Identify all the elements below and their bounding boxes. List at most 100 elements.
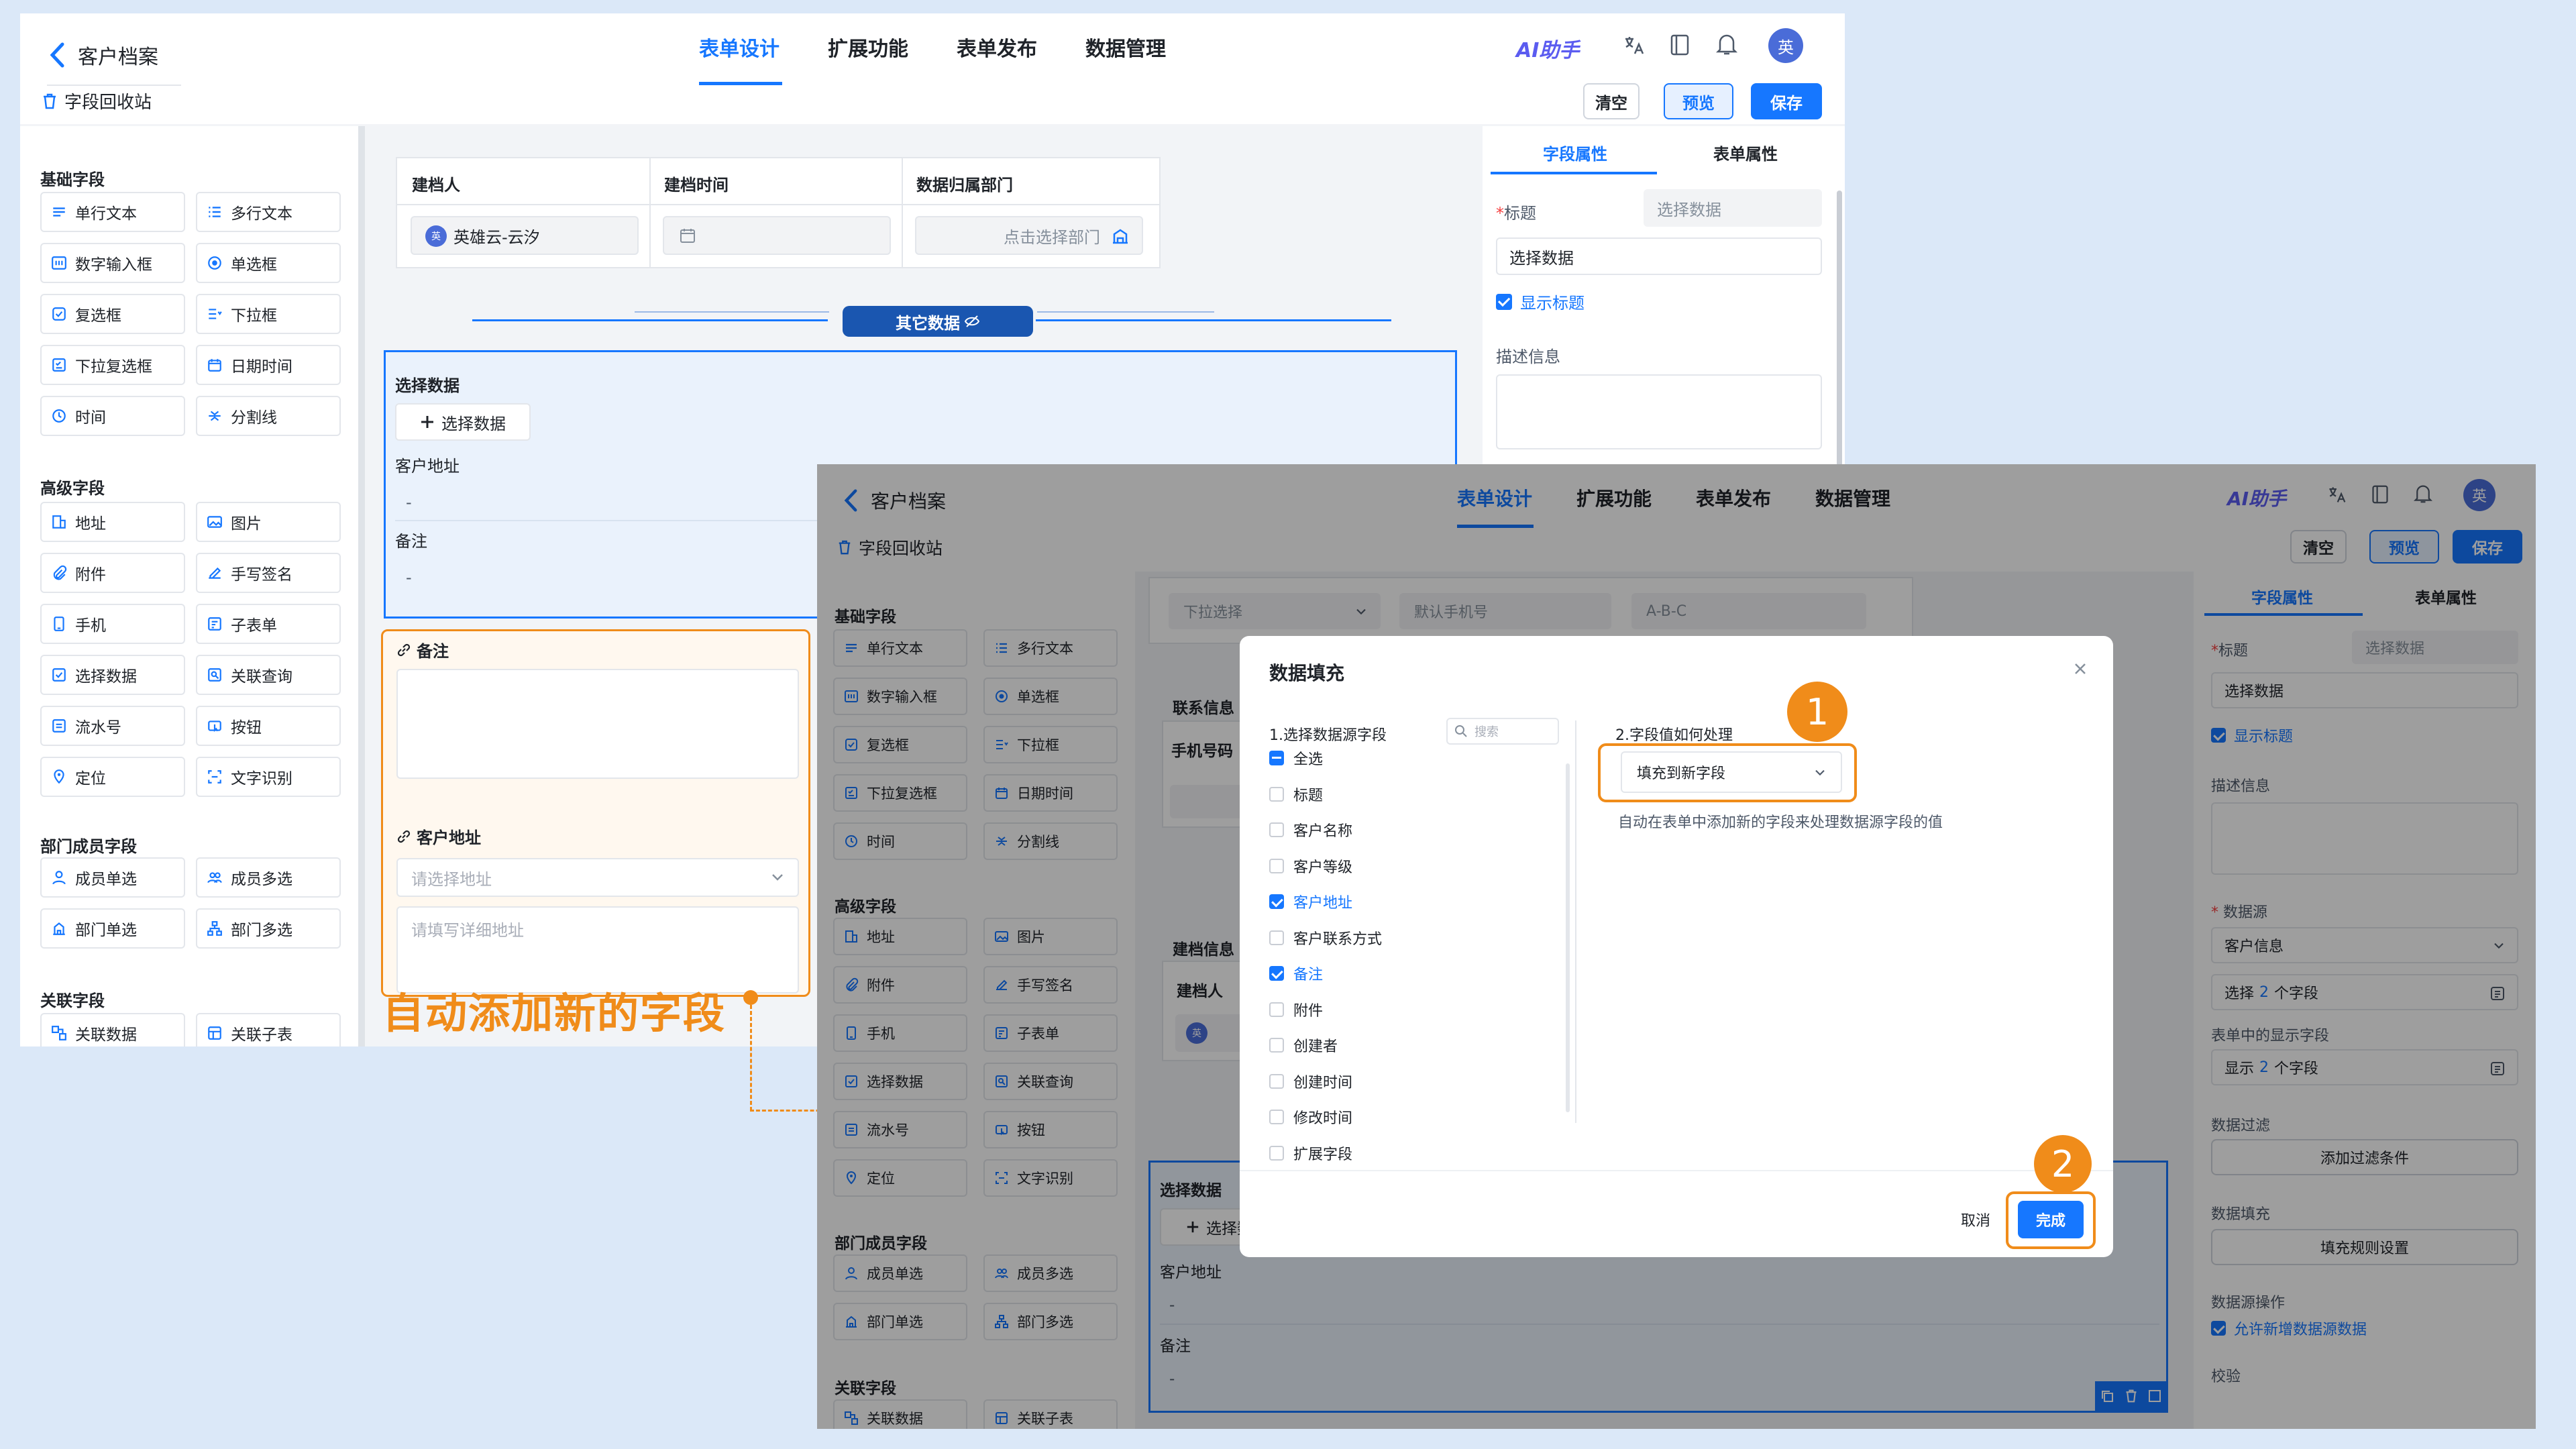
field-option[interactable]: 备注	[1269, 963, 1323, 984]
checkbox-checked-icon	[1496, 293, 1512, 310]
palette-item[interactable]: 多行文本	[196, 192, 341, 232]
palette-item[interactable]: 附件	[40, 553, 185, 593]
checkbox-icon[interactable]	[1269, 1073, 1284, 1089]
palette-item[interactable]: 下拉复选框	[40, 345, 185, 385]
palette-item[interactable]: 单行文本	[40, 192, 185, 232]
checkbox-icon[interactable]	[1269, 1038, 1284, 1053]
book-icon[interactable]	[1669, 34, 1690, 56]
clear-button[interactable]: 清空	[1583, 83, 1640, 119]
palette-item[interactable]: 子表单	[196, 604, 341, 644]
checkbox-icon[interactable]	[1269, 786, 1284, 802]
show-title-checkbox[interactable]: 显示标题	[1496, 290, 1585, 313]
checkbox-icon[interactable]	[1269, 822, 1284, 837]
back-button[interactable]: 客户档案	[50, 28, 158, 82]
palette-item-label: 关联查询	[231, 668, 292, 686]
cancel-button[interactable]: 取消	[1945, 1201, 2006, 1238]
field-option[interactable]: 附件	[1269, 999, 1323, 1020]
checkbox-icon[interactable]	[1269, 930, 1284, 945]
fill-mode-select[interactable]: 填充到新字段	[1621, 751, 1842, 793]
palette-item[interactable]: 单选框	[196, 243, 341, 283]
palette-item[interactable]: 成员单选	[40, 857, 185, 898]
checkbox-icon[interactable]	[1269, 1110, 1284, 1124]
palette-item[interactable]: 日期时间	[196, 345, 341, 385]
preview-button[interactable]: 预览	[1664, 83, 1733, 119]
field-option[interactable]: 创建者	[1269, 1034, 1338, 1056]
checkbox-indeterminate-icon[interactable]	[1269, 751, 1284, 765]
checkbox-checked-icon[interactable]	[1269, 966, 1284, 981]
field-option[interactable]: 客户名称	[1269, 819, 1352, 841]
note-textarea[interactable]	[396, 669, 799, 779]
palette-item[interactable]: 部门单选	[40, 908, 185, 949]
palette-item[interactable]: 按钮	[196, 706, 341, 746]
creator-avatar: 英	[425, 225, 447, 247]
palette-item[interactable]: 关联子表	[196, 1013, 341, 1046]
palette-item[interactable]: 复选框	[40, 294, 185, 334]
palette-item[interactable]: 选择数据	[40, 655, 185, 695]
palette-item[interactable]: 下拉框	[196, 294, 341, 334]
field-option[interactable]: 创建时间	[1269, 1071, 1352, 1092]
field-option-label: 创建时间	[1293, 1074, 1353, 1091]
radio-icon	[207, 255, 223, 271]
palette-item[interactable]: 文字识别	[196, 757, 341, 797]
palette-item[interactable]: 数字输入框	[40, 243, 185, 283]
other-data-divider[interactable]: 其它数据	[843, 306, 1033, 337]
field-option[interactable]: 全选	[1269, 747, 1323, 769]
paperclip-icon	[51, 565, 67, 581]
save-button[interactable]: 保存	[1751, 83, 1822, 119]
desc-textarea[interactable]	[1496, 374, 1822, 449]
create-time-field[interactable]	[663, 216, 891, 255]
field-option[interactable]: 标题	[1269, 784, 1323, 805]
header-col-creator: 建档人	[412, 176, 460, 195]
close-icon[interactable]	[2073, 661, 2088, 676]
title-label-text: 标题	[1504, 204, 1536, 223]
field-option[interactable]: 修改时间	[1269, 1106, 1352, 1128]
palette-item[interactable]: 分割线	[196, 396, 341, 436]
palette-item[interactable]: 流水号	[40, 706, 185, 746]
title-input[interactable]: 选择数据	[1496, 237, 1822, 275]
ai-assistant-button[interactable]: AI助手	[1516, 34, 1579, 63]
checkbox-icon[interactable]	[1269, 1002, 1284, 1017]
palette-item[interactable]: 手写签名	[196, 553, 341, 593]
select-data-button[interactable]: 选择数据	[395, 403, 531, 441]
address-detail-placeholder: 请填写详细地址	[411, 921, 524, 940]
creator-field[interactable]: 英 英雄云-云汐	[411, 216, 639, 255]
annotation-text: 自动添加新的字段	[382, 989, 727, 1038]
translate-icon[interactable]	[1622, 34, 1645, 56]
palette-item[interactable]: 部门多选	[196, 908, 341, 949]
dept-field[interactable]: 点击选择部门	[915, 216, 1143, 255]
address-select[interactable]: 请选择地址	[396, 858, 799, 897]
creator-value: 英雄云-云汐	[453, 227, 540, 247]
palette-item-label: 手写签名	[231, 566, 292, 584]
field-option[interactable]: 客户地址	[1269, 891, 1352, 912]
field-list-scrollbar[interactable]	[1566, 763, 1570, 1112]
prop-scrollbar[interactable]	[1837, 191, 1842, 472]
recycle-bin-link[interactable]: 字段回收站	[42, 89, 152, 113]
tab-form-props[interactable]: 表单属性	[1713, 141, 1778, 164]
tab-field-props[interactable]: 字段属性	[1543, 141, 1607, 164]
bell-icon[interactable]	[1716, 32, 1737, 56]
palette-item[interactable]: 图片	[196, 502, 341, 542]
tab-data-manage[interactable]: 数据管理	[1085, 32, 1166, 86]
checkbox-checked-icon[interactable]	[1269, 894, 1284, 909]
checkbox-icon[interactable]	[1269, 1145, 1284, 1161]
palette-item[interactable]: 时间	[40, 396, 185, 436]
user-avatar[interactable]: 英	[1768, 28, 1803, 63]
checkbox-icon[interactable]	[1269, 858, 1284, 873]
field-palette: 基础字段 高级字段 部门成员字段 关联字段 单行文本 多行文本 数字输入框 单选框 复选…	[20, 126, 358, 1046]
tab-publish[interactable]: 表单发布	[957, 32, 1037, 86]
palette-item[interactable]: 地址	[40, 502, 185, 542]
palette-scrollbar[interactable]	[358, 126, 365, 1046]
field-option[interactable]: 客户等级	[1269, 855, 1352, 877]
tab-extensions[interactable]: 扩展功能	[828, 32, 908, 86]
field-option[interactable]: 扩展字段	[1269, 1142, 1352, 1164]
palette-item[interactable]: 手机	[40, 604, 185, 644]
palette-item[interactable]: 定位	[40, 757, 185, 797]
field-search-input[interactable]: 搜索	[1446, 718, 1559, 745]
palette-item[interactable]: 关联数据	[40, 1013, 185, 1046]
tab-form-design[interactable]: 表单设计	[699, 32, 780, 86]
palette-item[interactable]: 成员多选	[196, 857, 341, 898]
image-icon	[207, 514, 223, 530]
done-button[interactable]: 完成	[2018, 1201, 2084, 1238]
field-option[interactable]: 客户联系方式	[1269, 927, 1382, 949]
palette-item[interactable]: 关联查询	[196, 655, 341, 695]
